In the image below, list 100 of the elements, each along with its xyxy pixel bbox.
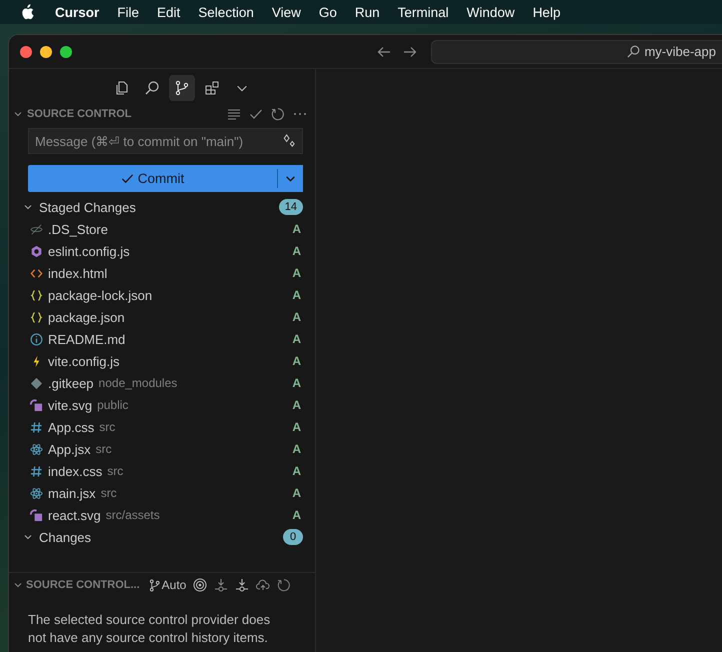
menu-item[interactable]: Run — [346, 4, 389, 20]
cloud-upload-icon[interactable] — [256, 578, 270, 592]
staged-change-row[interactable]: App.jsx src A — [9, 438, 315, 460]
zoom-button[interactable] — [60, 46, 72, 58]
group-label: Changes — [39, 530, 92, 544]
close-button[interactable] — [20, 46, 32, 58]
count-badge: 14 — [278, 199, 303, 215]
css-file-icon — [29, 464, 43, 478]
staged-change-row[interactable]: react.svg src/assets A — [9, 504, 315, 526]
html-file-icon — [29, 266, 43, 280]
menu-item[interactable]: Cursor — [46, 4, 108, 20]
branch-icon — [174, 80, 190, 96]
menu-item[interactable]: Edit — [148, 4, 190, 20]
branch-icon — [148, 578, 160, 592]
minimize-button[interactable] — [40, 46, 52, 58]
menu-item[interactable]: Selection — [189, 4, 263, 20]
file-name: .gitkeep — [48, 376, 94, 390]
folder-path: src/assets — [106, 508, 160, 522]
folder-path: public — [97, 398, 128, 412]
status-letter: A — [292, 420, 301, 434]
group-header[interactable]: Staged Changes 14 — [9, 196, 315, 218]
staged-change-row[interactable]: main.jsx src A — [9, 482, 315, 504]
staged-change-row[interactable]: package.json A — [9, 306, 315, 328]
staged-change-row[interactable]: App.css src A — [9, 416, 315, 438]
file-name: App.css — [48, 420, 94, 434]
folder-path: src — [107, 464, 124, 478]
target-icon[interactable] — [193, 578, 208, 592]
staged-change-row[interactable]: package-lock.json A — [9, 284, 315, 306]
folder-path: src — [100, 486, 117, 500]
status-letter: A — [292, 288, 301, 302]
staged-change-row[interactable]: eslint.config.js A — [9, 240, 315, 262]
svg-file-icon — [29, 398, 43, 412]
menu-item[interactable]: Help — [524, 4, 570, 20]
info-file-icon — [29, 332, 43, 346]
status-letter: A — [292, 310, 301, 324]
staged-change-row[interactable]: README.md A — [9, 328, 315, 350]
list-icon[interactable] — [227, 107, 241, 121]
search-icon — [144, 80, 160, 96]
menu-item[interactable]: File — [108, 4, 148, 20]
file-name: eslint.config.js — [48, 244, 130, 258]
status-letter: A — [292, 442, 301, 456]
branch-mode-button[interactable]: Auto — [148, 578, 186, 592]
refresh-icon[interactable] — [277, 578, 292, 592]
status-letter: A — [292, 486, 301, 500]
commit-message-field[interactable]: Message (⌘⏎ to commit on "main") — [28, 128, 303, 154]
apple-logo-icon[interactable] — [20, 4, 34, 20]
forward-arrow-icon[interactable] — [403, 44, 417, 58]
file-name: package-lock.json — [48, 288, 152, 302]
staged-change-row[interactable]: .DS_Store A — [9, 218, 315, 240]
command-search-field[interactable]: my-vibe-app — [431, 40, 722, 64]
chevron-icon[interactable] — [13, 109, 23, 119]
folder-path: src — [96, 442, 112, 456]
checkmark-icon[interactable] — [249, 107, 263, 121]
group-label: Staged Changes — [39, 200, 136, 214]
search-icon — [627, 45, 640, 58]
status-letter: A — [292, 398, 301, 412]
menu-item[interactable]: Window — [458, 4, 524, 20]
menu-item[interactable]: Terminal — [388, 4, 458, 20]
files-icon — [114, 80, 130, 96]
staged-change-row[interactable]: vite.svg public A — [9, 394, 315, 416]
git-file-icon — [29, 376, 43, 390]
file-name: package.json — [48, 310, 125, 324]
status-letter: A — [292, 354, 301, 368]
status-letter: A — [292, 332, 301, 346]
file-name: react.svg — [48, 508, 101, 522]
staged-change-row[interactable]: index.css src A — [9, 460, 315, 482]
extensions-icon — [204, 80, 220, 96]
staged-change-row[interactable]: vite.config.js A — [9, 350, 315, 372]
section-title: SOURCE CONTROL... — [26, 579, 140, 591]
file-name: App.jsx — [48, 442, 91, 456]
refresh-icon[interactable] — [271, 107, 285, 121]
file-name: vite.config.js — [48, 354, 120, 368]
status-letter: A — [292, 266, 301, 280]
file-name: main.jsx — [48, 486, 96, 500]
sparkle-icon[interactable] — [281, 134, 296, 148]
staged-change-row[interactable]: index.html A — [9, 262, 315, 284]
svg-file-icon — [29, 508, 43, 522]
json-file-icon — [29, 310, 43, 324]
react-file-icon — [29, 486, 43, 500]
file-name: index.html — [48, 266, 108, 280]
menu-item[interactable]: Go — [310, 4, 346, 20]
status-letter: A — [292, 222, 301, 236]
status-letter: A — [292, 508, 301, 522]
file-name: index.css — [48, 464, 102, 478]
section-title: SOURCE CONTROL — [27, 108, 132, 120]
file-name: README.md — [48, 332, 126, 346]
source-control-tab[interactable] — [169, 75, 195, 101]
fetch-icon[interactable] — [214, 578, 228, 592]
group-header[interactable]: Changes 0 — [9, 526, 315, 548]
empty-history-message: The selected source control provider does not have any source control history items. — [28, 611, 272, 647]
pull-icon[interactable] — [235, 578, 250, 592]
staged-change-row[interactable]: .gitkeep node_modules A — [9, 372, 315, 394]
hidden-file-icon — [29, 222, 43, 236]
chevron-icon[interactable] — [13, 580, 23, 590]
status-letter: A — [292, 376, 301, 390]
menu-item[interactable]: View — [262, 4, 310, 20]
status-letter: A — [292, 244, 301, 258]
json-file-icon — [29, 288, 43, 302]
folder-path: src — [99, 420, 116, 434]
back-arrow-icon[interactable] — [377, 44, 391, 58]
